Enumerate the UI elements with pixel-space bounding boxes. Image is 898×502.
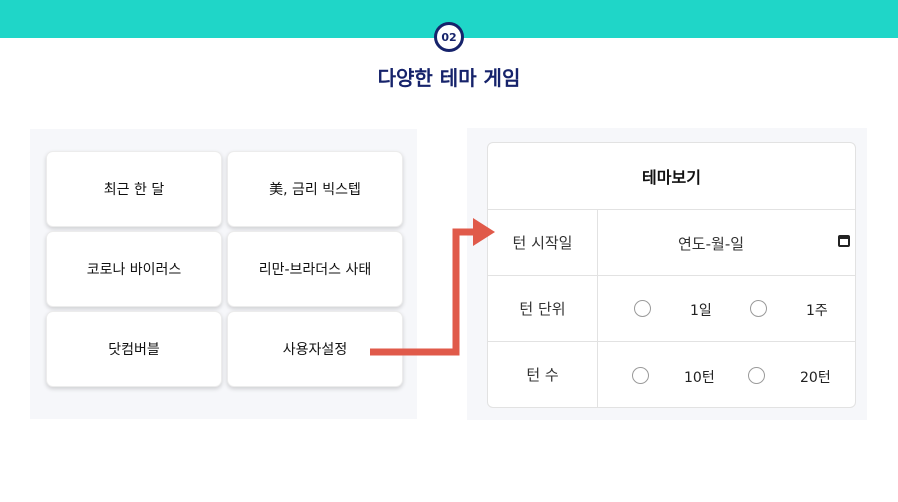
arrow-icon [370, 218, 495, 356]
